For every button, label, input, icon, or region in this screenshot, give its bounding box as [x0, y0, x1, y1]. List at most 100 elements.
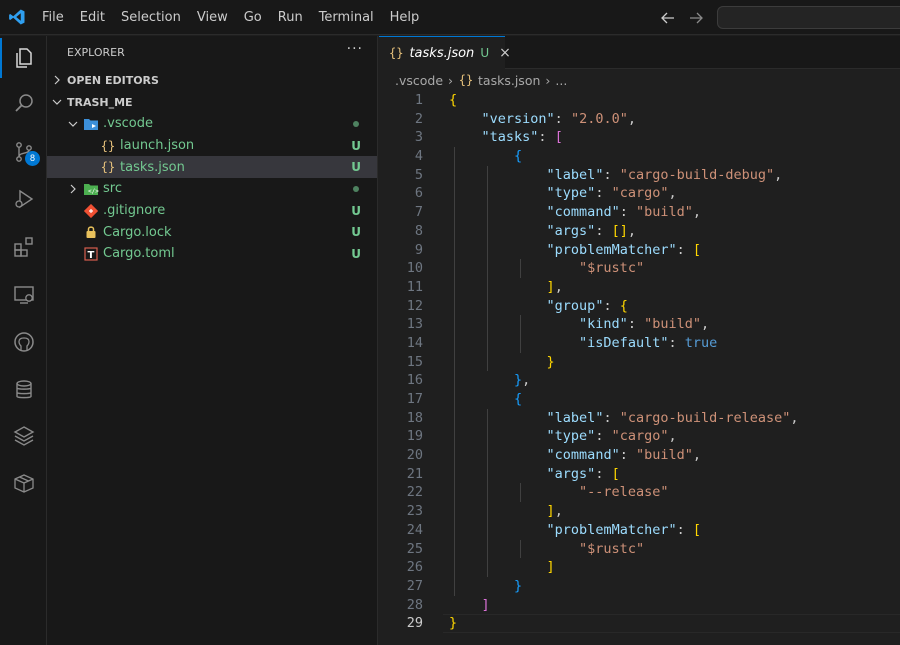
menu-help[interactable]: Help	[382, 0, 428, 35]
code-line[interactable]: 3 "tasks": [	[379, 128, 900, 147]
code-line[interactable]: 4 {	[379, 147, 900, 166]
code-line[interactable]: 25 "$rustc"	[379, 539, 900, 559]
workspace-section[interactable]: TRASH_ME	[47, 91, 377, 113]
menu-selection[interactable]: Selection	[113, 0, 189, 35]
code-line[interactable]: 19 "type": "cargo",	[379, 427, 900, 447]
git-status-badge: U	[351, 160, 361, 175]
code-line[interactable]: 23 ],	[379, 502, 900, 521]
line-number: 8	[414, 222, 423, 239]
package-icon[interactable]	[0, 463, 47, 503]
tree-item[interactable]: {} launch.json U	[47, 135, 377, 157]
code-line[interactable]: 14 "isDefault": true	[379, 333, 900, 353]
tab-git-status: U	[480, 46, 490, 60]
back-arrow-icon[interactable]	[658, 8, 678, 28]
code-line[interactable]: 18 "label": "cargo-build-release",	[379, 408, 900, 428]
code-line[interactable]: 1{	[379, 91, 900, 110]
code-token: ,	[554, 278, 563, 295]
run-debug-icon[interactable]	[0, 179, 47, 219]
code-editor[interactable]: 1{2 "version": "2.0.0", 3 "tasks": [4 {5 …	[379, 91, 900, 633]
code-line[interactable]: 5 "label": "cargo-build-debug",	[379, 165, 900, 185]
code-line[interactable]: 8 "args": [],	[379, 221, 900, 241]
code-token: :	[676, 241, 693, 258]
breadcrumb-folder[interactable]: .vscode	[395, 73, 443, 88]
close-icon[interactable]: ×	[499, 45, 511, 61]
code-line[interactable]: 6 "type": "cargo",	[379, 184, 900, 204]
menu-bar: File Edit Selection View Go Run Terminal Help	[34, 0, 427, 35]
menu-go[interactable]: Go	[236, 0, 270, 35]
tab-bar: {} tasks.json U ×	[379, 36, 900, 69]
line-number: 12	[406, 297, 423, 314]
code-line[interactable]: 7 "command": "build",	[379, 203, 900, 222]
tree-item[interactable]: .vscode	[47, 113, 377, 135]
toml-file-icon: T	[83, 247, 99, 261]
open-editors-label: OPEN EDITORS	[67, 73, 159, 87]
code-line[interactable]: 24 "problemMatcher": [	[379, 520, 900, 540]
code-line[interactable]: 9 "problemMatcher": [	[379, 240, 900, 260]
menu-run[interactable]: Run	[270, 0, 311, 35]
code-token: "args"	[546, 222, 596, 239]
code-token: :	[603, 297, 620, 314]
search-icon[interactable]	[0, 84, 47, 124]
code-token: [	[554, 129, 563, 146]
tree-item[interactable]: {} tasks.json U	[47, 156, 377, 179]
source-control-badge: 8	[25, 151, 40, 166]
tree-item[interactable]: T Cargo.toml U	[47, 243, 377, 265]
code-token: :	[595, 428, 612, 445]
code-text: "command": "build",	[449, 203, 701, 222]
menu-file[interactable]: File	[34, 0, 72, 35]
code-line[interactable]: 17 {	[379, 390, 900, 409]
layers-icon[interactable]	[0, 416, 47, 456]
open-editors-section[interactable]: OPEN EDITORS	[47, 69, 377, 91]
code-line[interactable]: 16 },	[379, 371, 900, 390]
code-line[interactable]: 11 ],	[379, 277, 900, 297]
tree-item[interactable]: </> src	[47, 178, 377, 200]
code-text: {	[449, 390, 522, 409]
code-line[interactable]: 15 }	[379, 352, 900, 372]
code-line[interactable]: 12 "group": {	[379, 296, 900, 316]
menu-edit[interactable]: Edit	[72, 0, 113, 35]
code-line[interactable]: 22 "--release"	[379, 483, 900, 503]
code-line[interactable]: 26 ]	[379, 558, 900, 577]
command-center-search[interactable]	[717, 6, 900, 29]
github-icon[interactable]	[0, 322, 47, 362]
more-actions-icon[interactable]: ···	[347, 41, 363, 57]
code-line[interactable]: 20 "command": "build",	[379, 446, 900, 465]
tree-item[interactable]: .gitignore U	[47, 200, 377, 222]
forward-arrow-icon[interactable]	[686, 8, 706, 28]
tree-item[interactable]: Cargo.lock U	[47, 221, 377, 243]
code-text: "group": {	[449, 297, 628, 316]
code-token: "command"	[546, 204, 620, 221]
code-token: :	[627, 316, 645, 333]
code-token: "build"	[635, 204, 693, 221]
source-control-icon[interactable]: 8	[0, 132, 47, 172]
code-token: "kind"	[579, 316, 628, 333]
database-icon[interactable]	[0, 370, 47, 410]
code-line[interactable]: 28 ]	[379, 596, 900, 615]
code-line[interactable]: 2 "version": "2.0.0",	[379, 110, 900, 129]
code-text: ],	[449, 278, 563, 297]
line-number: 26	[406, 559, 423, 576]
remote-explorer-icon[interactable]	[0, 275, 47, 315]
tree-item-label: Cargo.toml	[103, 246, 175, 262]
extensions-icon[interactable]	[0, 227, 47, 267]
code-line[interactable]: 21 "args": [	[379, 464, 900, 484]
explorer-icon[interactable]	[0, 38, 47, 78]
line-number: 13	[406, 316, 423, 333]
code-line[interactable]: 27 }	[379, 576, 900, 596]
line-number: 24	[406, 521, 423, 538]
code-line[interactable]: 10 "$rustc"	[379, 259, 900, 278]
code-token: "build"	[635, 447, 693, 464]
menu-view[interactable]: View	[189, 0, 236, 35]
tab-tasks-json[interactable]: {} tasks.json U ×	[379, 36, 511, 69]
breadcrumb-file[interactable]: tasks.json	[478, 73, 540, 88]
code-line[interactable]: 29}	[379, 614, 900, 633]
code-line[interactable]: 13 "kind": "build",	[379, 315, 900, 334]
menu-terminal[interactable]: Terminal	[311, 0, 382, 35]
breadcrumb-symbol[interactable]: ...	[555, 73, 567, 88]
